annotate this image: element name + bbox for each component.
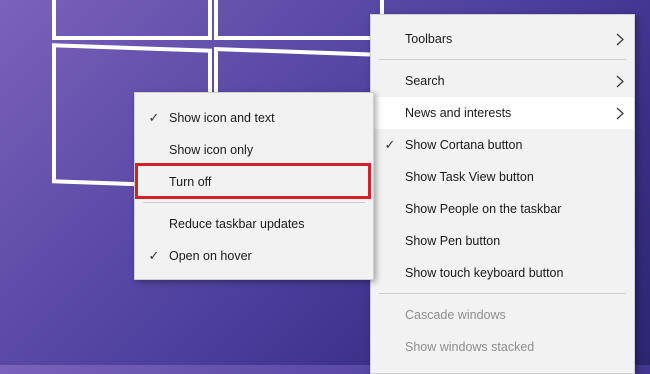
checkmark-icon: ✓	[384, 137, 396, 152]
submenu-item-label: Show icon only	[169, 143, 254, 157]
submenu-item-open-on-hover[interactable]: ✓ Open on hover	[135, 240, 373, 272]
menu-item-label: Show windows stacked	[405, 340, 535, 354]
chevron-right-icon	[614, 65, 626, 97]
submenu-item-reduce-taskbar-updates[interactable]: Reduce taskbar updates	[135, 208, 373, 240]
menu-item-label: Toolbars	[405, 32, 453, 46]
news-and-interests-submenu: ✓ Show icon and text Show icon only Turn…	[134, 92, 374, 280]
menu-item-show-windows-stacked: Show windows stacked	[371, 331, 634, 363]
menu-separator	[379, 59, 626, 60]
taskbar-context-menu: Toolbars Search News and interests ✓ Sho…	[370, 14, 635, 374]
submenu-item-show-icon-and-text[interactable]: ✓ Show icon and text	[135, 102, 373, 134]
menu-item-show-cortana-button[interactable]: ✓ Show Cortana button	[371, 129, 634, 161]
submenu-item-show-icon-only[interactable]: Show icon only	[135, 134, 373, 166]
menu-item-cascade-windows: Cascade windows	[371, 299, 634, 331]
checkmark-icon: ✓	[148, 248, 160, 263]
submenu-item-label: Turn off	[169, 175, 212, 189]
menu-item-label: Show Cortana button	[405, 138, 523, 152]
chevron-right-icon	[614, 97, 626, 129]
submenu-item-turn-off[interactable]: Turn off	[135, 166, 373, 198]
menu-item-show-task-view-button[interactable]: Show Task View button	[371, 161, 634, 193]
menu-item-label: Show Task View button	[405, 170, 534, 184]
chevron-right-icon	[614, 23, 626, 55]
windows-logo-pane	[52, 0, 212, 40]
menu-item-show-touch-keyboard-button[interactable]: Show touch keyboard button	[371, 257, 634, 289]
checkmark-icon: ✓	[148, 110, 160, 125]
submenu-item-label: Show icon and text	[169, 111, 275, 125]
submenu-item-label: Open on hover	[169, 249, 252, 263]
menu-separator	[379, 293, 626, 294]
windows-logo-pane	[214, 0, 384, 40]
menu-item-show-pen-button[interactable]: Show Pen button	[371, 225, 634, 257]
menu-item-toolbars[interactable]: Toolbars	[371, 23, 634, 55]
menu-item-news-and-interests[interactable]: News and interests	[371, 97, 634, 129]
menu-item-label: Cascade windows	[405, 308, 506, 322]
menu-item-show-people-on-taskbar[interactable]: Show People on the taskbar	[371, 193, 634, 225]
menu-item-search[interactable]: Search	[371, 65, 634, 97]
menu-item-label: Show People on the taskbar	[405, 202, 562, 216]
menu-item-label: News and interests	[405, 106, 512, 120]
submenu-item-label: Reduce taskbar updates	[169, 217, 305, 231]
menu-item-label: Show Pen button	[405, 234, 501, 248]
menu-item-label: Search	[405, 74, 445, 88]
menu-separator	[143, 202, 365, 203]
menu-item-label: Show touch keyboard button	[405, 266, 564, 280]
